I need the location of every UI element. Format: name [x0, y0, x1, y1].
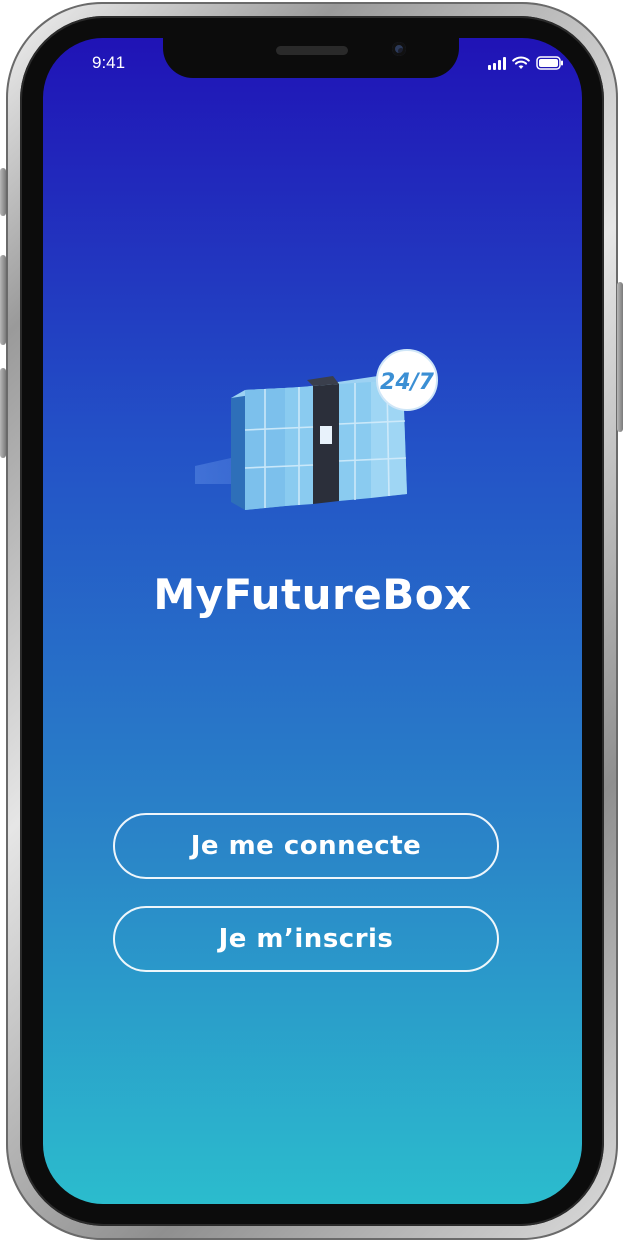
status-icons: [488, 56, 564, 70]
mute-switch: [0, 168, 6, 216]
login-button[interactable]: Je me connecte: [113, 813, 499, 879]
signal-icon: [488, 57, 506, 70]
badge-24-7-label: 24/7: [380, 370, 435, 395]
signup-button[interactable]: Je m’inscris: [113, 906, 499, 972]
login-button-label: Je me connecte: [190, 831, 422, 861]
volume-up-button: [0, 255, 6, 345]
status-time: 9:41: [92, 53, 126, 72]
volume-down-button: [0, 368, 6, 458]
app-title: MyFutureBox: [153, 570, 472, 619]
parcel-locker-illustration: 24/7: [193, 346, 439, 514]
front-camera: [392, 42, 406, 56]
signup-button-label: Je m’inscris: [218, 924, 394, 954]
app-screen: 9:41 24/7 MyFutureBox Je me connecte Je …: [43, 38, 582, 1204]
notch: [163, 38, 459, 78]
wifi-icon: [512, 56, 530, 70]
speaker-grille: [276, 46, 348, 55]
battery-icon: [536, 56, 564, 70]
power-button: [617, 282, 623, 432]
